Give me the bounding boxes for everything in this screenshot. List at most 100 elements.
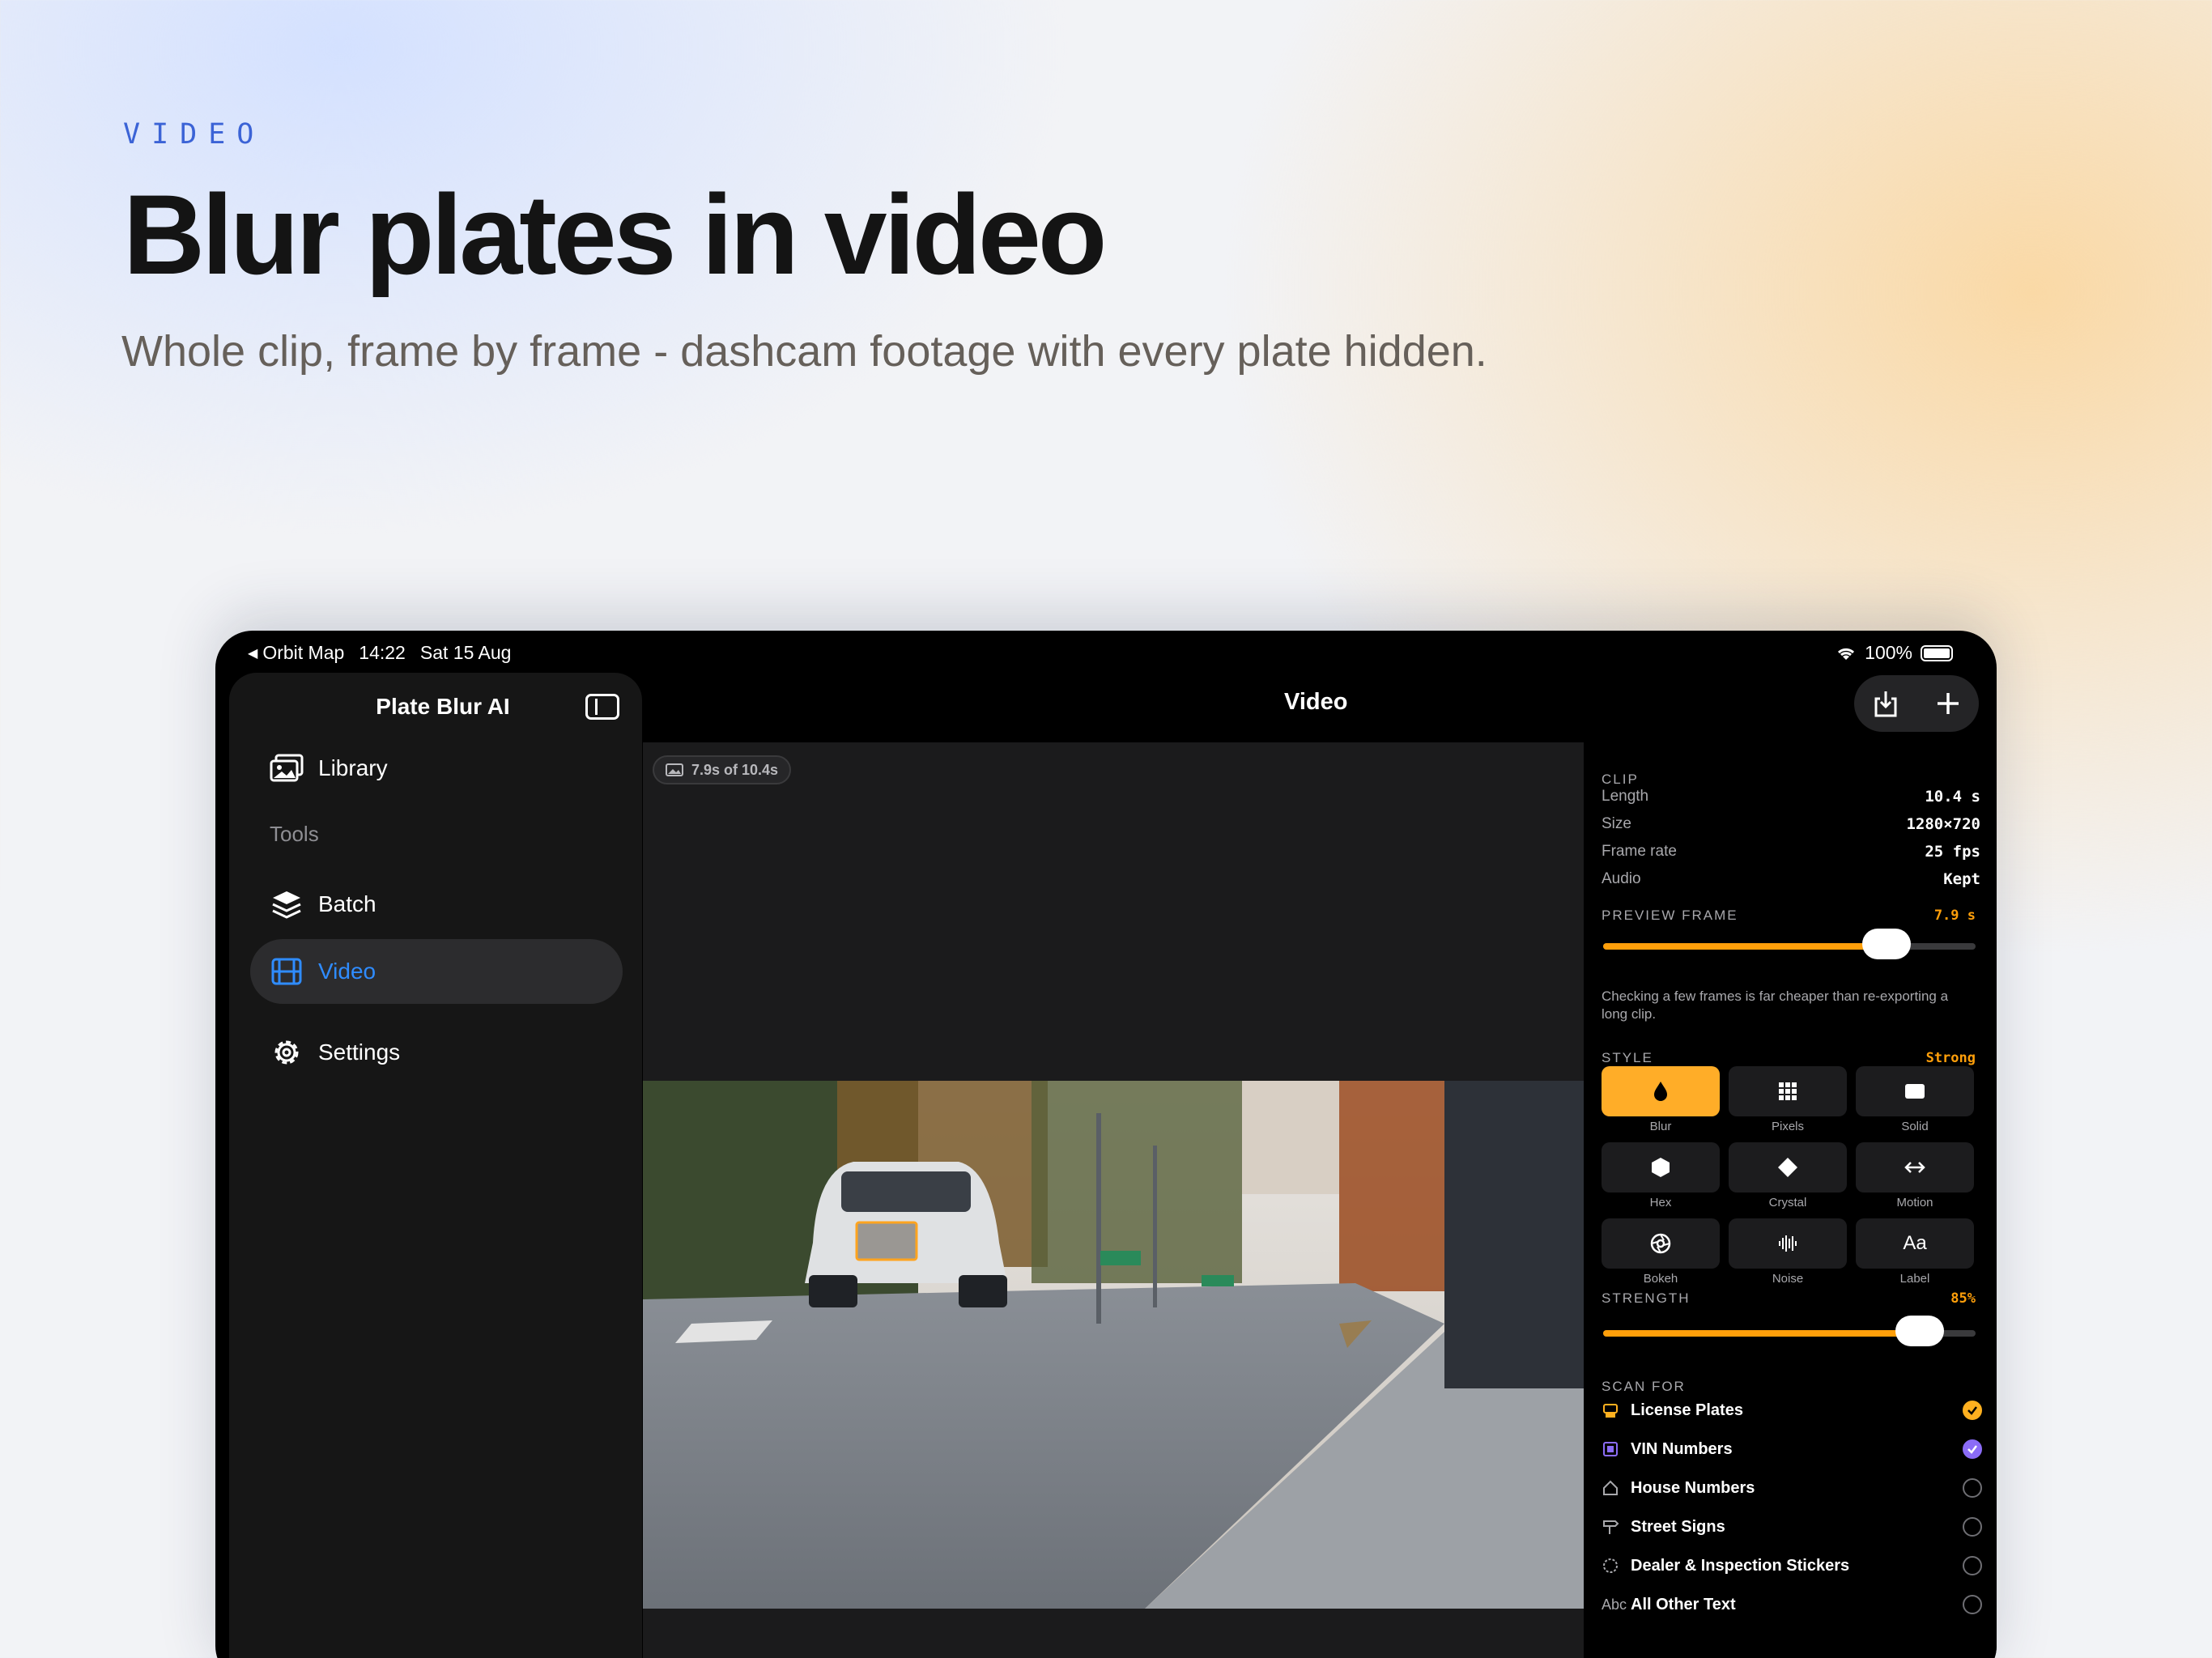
checkbox-unchecked[interactable] xyxy=(1963,1595,1982,1614)
wifi-icon xyxy=(1838,648,1855,660)
gear-icon xyxy=(270,1036,304,1069)
clip-row-audio: Audio Kept xyxy=(1602,870,1980,890)
scan-item-label: All Other Text xyxy=(1631,1595,1736,1613)
style-tile-crystal[interactable] xyxy=(1729,1142,1847,1192)
diamond-icon xyxy=(1778,1158,1797,1177)
sidebar-item-batch[interactable]: Batch xyxy=(250,872,623,937)
download-tray-icon xyxy=(1874,691,1896,717)
sidebar-item-video[interactable]: Video xyxy=(250,939,623,1004)
layers-icon xyxy=(270,888,304,920)
clip-row-frame-rate: Frame rate 25 fps xyxy=(1602,843,1980,862)
scan-for-header: SCAN FOR xyxy=(1602,1379,1686,1394)
clip-value: 25 fps xyxy=(1925,843,1980,861)
checkbox-unchecked[interactable] xyxy=(1963,1478,1982,1498)
style-tile-pixels[interactable] xyxy=(1729,1066,1847,1116)
clip-key: Size xyxy=(1602,815,1631,832)
style-tile-label-style[interactable]: Aa xyxy=(1856,1218,1974,1269)
strength-header: STRENGTH xyxy=(1602,1290,1691,1306)
style-value: Strong xyxy=(1925,1050,1976,1066)
style-tile-label: Crystal xyxy=(1768,1196,1807,1209)
abc-icon: Abc xyxy=(1602,1596,1627,1613)
slider-thumb[interactable] xyxy=(1895,1316,1944,1346)
drop-icon xyxy=(1654,1082,1667,1101)
battery-percent: 100% xyxy=(1865,642,1912,663)
photos-icon xyxy=(270,752,304,784)
slider-thumb[interactable] xyxy=(1861,929,1911,959)
scan-item-vin-numbers[interactable]: VIN Numbers xyxy=(1602,1433,1982,1465)
checkbox-unchecked[interactable] xyxy=(1963,1517,1982,1537)
add-button[interactable] xyxy=(1928,683,1968,724)
detected-plate-blur[interactable] xyxy=(855,1221,918,1261)
arrows-horizontal-icon xyxy=(1904,1162,1925,1173)
plus-icon xyxy=(1937,693,1959,714)
clip-row-length: Length 10.4 s xyxy=(1602,788,1980,807)
export-button[interactable] xyxy=(1865,683,1906,724)
style-tile-blur[interactable] xyxy=(1602,1066,1720,1116)
sidebar-item-label: Video xyxy=(318,959,376,984)
scan-item-dealer-stickers[interactable]: Dealer & Inspection Stickers xyxy=(1602,1550,1982,1582)
back-to-app-link[interactable]: ◀ Orbit Map xyxy=(248,642,344,664)
clip-value: 10.4 s xyxy=(1925,788,1980,806)
inspector-panel: CLIP Length 10.4 s Size 1280×720 Frame rat… xyxy=(1584,742,1997,1658)
sidebar-item-settings[interactable]: Settings xyxy=(250,1020,623,1085)
style-tile-label: Pixels xyxy=(1771,1120,1804,1133)
style-tile-label: Motion xyxy=(1896,1196,1933,1209)
style-tile-label: Noise xyxy=(1772,1272,1804,1286)
scan-item-label: Street Signs xyxy=(1631,1517,1725,1536)
style-tile-label: Label xyxy=(1899,1272,1930,1286)
sidebar-item-label: Library xyxy=(318,755,388,780)
scan-item-all-other-text[interactable]: Abc All Other Text xyxy=(1602,1588,1982,1621)
clip-key: Frame rate xyxy=(1602,843,1677,860)
sidebar-toggle-icon[interactable] xyxy=(585,694,619,720)
sidebar: Plate Blur AI Library Tools Batch Video xyxy=(229,673,642,1658)
playhead-position-chip: 7.9s of 10.4s xyxy=(653,755,792,784)
sidebar-item-library[interactable]: Library xyxy=(250,736,623,801)
ipad-device: ◀ Orbit Map 14:22 Sat 15 Aug 100% Plate … xyxy=(215,631,1997,1658)
video-preview-frame[interactable] xyxy=(643,1081,1584,1609)
checkbox-checked[interactable] xyxy=(1963,1401,1982,1420)
sidebar-item-label: Settings xyxy=(318,1039,401,1065)
status-bar: ◀ Orbit Map 14:22 Sat 15 Aug 100% xyxy=(215,631,1997,671)
status-time: 14:22 xyxy=(359,642,406,663)
headline: Blur plates in video xyxy=(123,171,1107,298)
clip-key: Audio xyxy=(1602,870,1641,887)
back-triangle-icon: ◀ xyxy=(248,646,258,661)
text-aa-icon: Aa xyxy=(1903,1232,1927,1254)
eyebrow: VIDEO xyxy=(123,118,266,151)
rectangle-icon xyxy=(1905,1084,1925,1099)
preview-frame-slider[interactable] xyxy=(1603,929,1976,959)
checkbox-checked[interactable] xyxy=(1963,1439,1982,1459)
aperture-icon xyxy=(1650,1233,1671,1254)
checkmark-icon xyxy=(1967,1406,1977,1415)
grid-icon xyxy=(1779,1082,1797,1100)
style-tile-label: Bokeh xyxy=(1643,1272,1678,1286)
strength-value: 85% xyxy=(1950,1290,1976,1307)
style-tile-solid[interactable] xyxy=(1856,1066,1974,1116)
sidebar-item-label: Batch xyxy=(318,891,376,916)
style-header: STYLE xyxy=(1602,1050,1653,1065)
style-tile-motion[interactable] xyxy=(1856,1142,1974,1192)
house-icon xyxy=(1602,1479,1631,1497)
style-tile-hex[interactable] xyxy=(1602,1142,1720,1192)
nav-button-group xyxy=(1854,675,1979,732)
style-tile-label: Solid xyxy=(1901,1120,1929,1133)
checkbox-unchecked[interactable] xyxy=(1963,1556,1982,1575)
vin-icon xyxy=(1602,1440,1631,1458)
style-tile-bokeh[interactable] xyxy=(1602,1218,1720,1269)
status-date: Sat 15 Aug xyxy=(419,642,512,663)
checkmark-icon xyxy=(1967,1445,1977,1454)
slider-fill xyxy=(1603,943,1887,950)
style-tile-label: Blur xyxy=(1649,1120,1672,1133)
scan-item-street-signs[interactable]: Street Signs xyxy=(1602,1511,1982,1543)
style-tile-label: Hex xyxy=(1649,1196,1672,1209)
style-tile-noise[interactable] xyxy=(1729,1218,1847,1269)
scan-item-label: License Plates xyxy=(1631,1401,1743,1419)
playhead-position-text: 7.9s of 10.4s xyxy=(691,761,779,778)
signpost-icon xyxy=(1602,1518,1631,1536)
clip-header: CLIP xyxy=(1602,772,1639,787)
frame-image-icon xyxy=(666,763,683,776)
strength-slider[interactable] xyxy=(1603,1316,1976,1346)
scan-item-license-plates[interactable]: License Plates xyxy=(1602,1394,1982,1426)
scan-item-house-numbers[interactable]: House Numbers xyxy=(1602,1472,1982,1504)
subhead: Whole clip, frame by frame - dashcam foo… xyxy=(121,327,1487,376)
